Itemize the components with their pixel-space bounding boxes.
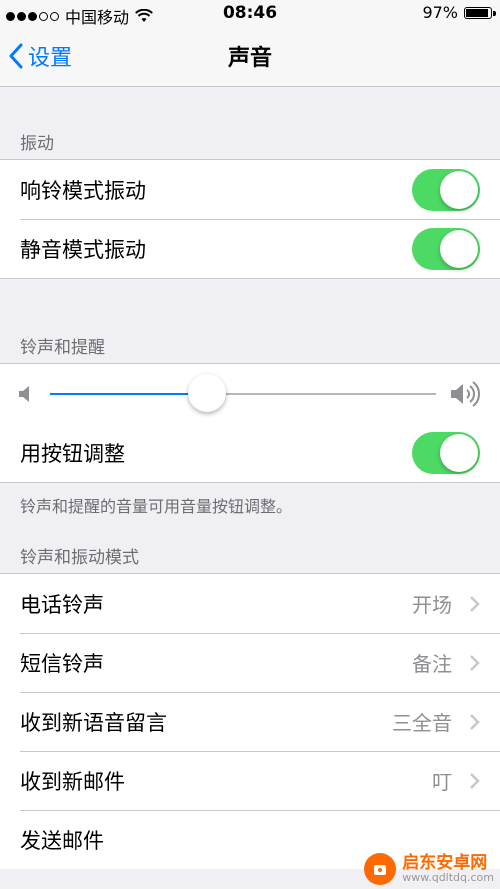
volume-slider-row bbox=[0, 364, 500, 423]
new-mail-value: 叮 bbox=[432, 770, 452, 794]
watermark-url: www.qdltdq.com bbox=[402, 871, 494, 885]
ringtone-value: 开场 bbox=[412, 593, 452, 617]
battery-icon bbox=[464, 6, 496, 19]
chevron-right-icon bbox=[470, 655, 480, 671]
section-header-patterns: 铃声和振动模式 bbox=[20, 548, 139, 568]
page-title: 声音 bbox=[227, 46, 272, 71]
silent-vibrate-label: 静音模式振动 bbox=[20, 237, 146, 262]
section-header-ringer: 铃声和提醒 bbox=[20, 338, 105, 358]
silent-vibrate-row: 静音模式振动 bbox=[0, 219, 500, 278]
volume-slider-thumb[interactable] bbox=[188, 374, 226, 412]
list-item-new-mail[interactable]: 收到新邮件 叮 bbox=[0, 751, 500, 810]
ringtone-label: 电话铃声 bbox=[20, 592, 104, 617]
adjust-with-buttons-label: 用按钮调整 bbox=[20, 441, 125, 466]
ring-vibrate-toggle[interactable] bbox=[412, 169, 480, 211]
watermark: 启东安卓网 www.qdltdq.com bbox=[364, 853, 494, 885]
vibration-group: 响铃模式振动 静音模式振动 bbox=[0, 159, 500, 279]
list-item-ringtone[interactable]: 电话铃声 开场 bbox=[0, 574, 500, 633]
watermark-name: 启东安卓网 bbox=[402, 852, 488, 873]
battery-percent: 97% bbox=[422, 3, 458, 22]
volume-track-filled[interactable] bbox=[50, 393, 208, 395]
list-item-text-tone[interactable]: 短信铃声 备注 bbox=[0, 633, 500, 692]
patterns-group: 电话铃声 开场 短信铃声 备注 收到新语音留言 三全音 收到新邮件 叮 发送邮件 bbox=[0, 573, 500, 869]
ringer-group: 用按钮调整 bbox=[0, 363, 500, 483]
adjust-with-buttons-toggle[interactable] bbox=[412, 432, 480, 474]
new-mail-label: 收到新邮件 bbox=[20, 769, 125, 794]
chevron-right-icon bbox=[470, 773, 480, 789]
text-tone-value: 备注 bbox=[412, 652, 452, 676]
new-voicemail-label: 收到新语音留言 bbox=[20, 710, 167, 735]
section-header-vibration: 振动 bbox=[20, 134, 54, 154]
adjust-with-buttons-row: 用按钮调整 bbox=[0, 423, 500, 482]
speaker-high-icon bbox=[451, 381, 480, 407]
settings-sound-screen: 中国移动 08:46 97% 设置 声音 振动 响铃模式振动 静音模式振动 铃声… bbox=[0, 0, 500, 889]
new-voicemail-value: 三全音 bbox=[392, 711, 452, 735]
ring-vibrate-row: 响铃模式振动 bbox=[0, 160, 500, 219]
text-tone-label: 短信铃声 bbox=[20, 651, 104, 676]
chevron-right-icon bbox=[470, 596, 480, 612]
chevron-right-icon bbox=[470, 714, 480, 730]
navigation-bar: 设置 声音 bbox=[0, 28, 500, 84]
top-bar: 中国移动 08:46 97% 设置 声音 bbox=[0, 0, 500, 87]
ring-vibrate-label: 响铃模式振动 bbox=[20, 178, 146, 203]
watermark-logo-icon bbox=[364, 853, 397, 885]
speaker-low-icon bbox=[19, 386, 29, 402]
ringer-footer-note: 铃声和提醒的音量可用音量按钮调整。 bbox=[20, 497, 293, 516]
volume-track-empty[interactable] bbox=[208, 393, 436, 395]
status-bar: 中国移动 08:46 97% bbox=[0, 0, 500, 28]
silent-vibrate-toggle[interactable] bbox=[412, 228, 480, 270]
list-item-new-voicemail[interactable]: 收到新语音留言 三全音 bbox=[0, 692, 500, 751]
sent-mail-label: 发送邮件 bbox=[20, 828, 104, 853]
